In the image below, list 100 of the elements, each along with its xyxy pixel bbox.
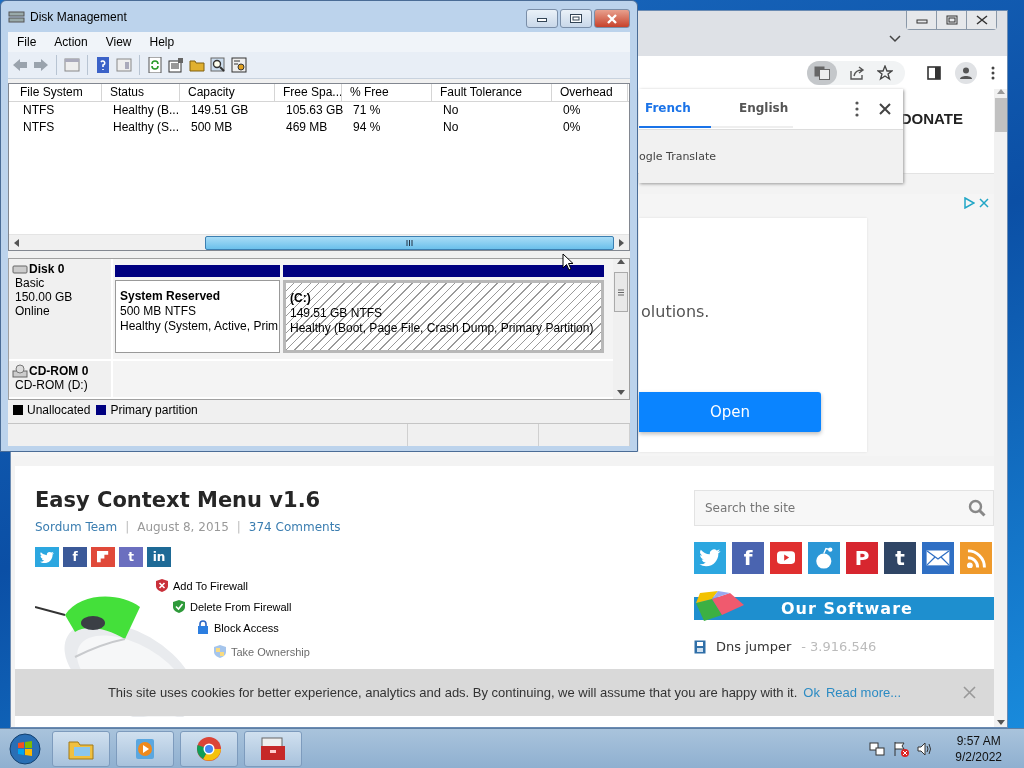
rss-icon: [965, 547, 987, 569]
column-header[interactable]: File System: [12, 84, 102, 101]
menu-item-label: Block Access: [214, 621, 279, 634]
scroll-up-icon[interactable]: [617, 259, 625, 264]
clock-date[interactable]: 9/2/2022: [955, 748, 1002, 765]
clock-time[interactable]: 9:57 AM: [956, 732, 1001, 749]
scroll-left-icon[interactable]: [14, 238, 19, 247]
disk-detail: Basic: [14, 276, 46, 290]
partition-box[interactable]: (C:) 149.51 GB NTFS Healthy (Boot, Page File, Crash Dump, Primary Partition): [283, 280, 604, 353]
side-panel-icon[interactable]: [927, 65, 941, 80]
disk-detail: Online: [14, 304, 51, 318]
ad-info-icon[interactable]: [963, 197, 975, 209]
follow-button[interactable]: f: [732, 542, 764, 574]
lock-icon: [196, 620, 210, 635]
menu-icon[interactable]: [991, 65, 995, 80]
scrollbar-thumb[interactable]: [205, 236, 614, 250]
share-button[interactable]: in: [147, 547, 171, 567]
close-icon[interactable]: [879, 103, 891, 115]
column-header[interactable]: % Free: [342, 84, 432, 101]
share-button[interactable]: f: [63, 547, 87, 567]
meta-link[interactable]: Sordum Team: [35, 520, 118, 534]
disk-detail: 150.00 GB: [14, 290, 74, 304]
magnifier-icon[interactable]: [210, 57, 226, 73]
nav-link[interactable]: DONATE: [900, 110, 963, 127]
column-header[interactable]: Capacity: [180, 84, 275, 101]
meta-link[interactable]: 374 Comments: [248, 520, 341, 534]
table-cell-text: 94 %: [352, 119, 382, 136]
menu-item-label: Take Ownership: [231, 645, 310, 658]
partition-name: (C:): [290, 291, 312, 305]
column-header[interactable]: Free Spa...: [275, 84, 342, 101]
separator: |: [125, 520, 130, 534]
properties-icon[interactable]: [168, 57, 184, 73]
partition-name: System Reserved: [120, 289, 222, 303]
table-cell-text: 0%: [562, 119, 582, 136]
scrollbar-thumb[interactable]: [614, 272, 628, 312]
share-button[interactable]: [91, 547, 115, 567]
close-icon[interactable]: [975, 15, 988, 25]
maximize-icon[interactable]: [570, 14, 582, 23]
share-icon[interactable]: [849, 64, 865, 81]
scroll-right-icon[interactable]: [619, 238, 624, 247]
table-cell-text: No: [442, 102, 460, 119]
table-cell-text: 469 MB: [285, 119, 329, 136]
disk-info-panel[interactable]: Disk 0 Basic 150.00 GB Online: [9, 259, 113, 359]
folder-icon[interactable]: [189, 57, 205, 73]
minimize-icon[interactable]: [537, 15, 547, 22]
more-icon[interactable]: [855, 101, 859, 117]
column-header[interactable]: Overhead: [552, 84, 628, 101]
menu-item[interactable]: Action: [45, 35, 97, 49]
partition-box[interactable]: System Reserved 500 MB NTFS Healthy (System, Active, Prim: [115, 280, 280, 353]
menu-item[interactable]: Help: [140, 35, 184, 49]
menu-item-label: Add To Firewall: [173, 579, 248, 592]
taskbar-app[interactable]: [244, 730, 302, 767]
ad-text: olutions.: [641, 302, 710, 321]
translate-footer: ogle Translate: [639, 150, 716, 163]
grip-icon: [406, 240, 413, 246]
follow-button[interactable]: P: [846, 542, 878, 574]
table-cell-text: NTFS: [22, 119, 56, 136]
table-cell-text: No: [442, 119, 460, 136]
column-header[interactable]: Fault Tolerance: [432, 84, 552, 101]
menu-item[interactable]: View: [96, 35, 141, 49]
flip-icon: [97, 551, 109, 563]
column-header[interactable]: Status: [102, 84, 180, 101]
scrollbar[interactable]: [994, 89, 1007, 727]
legend-label: Primary partition: [110, 402, 198, 417]
window-title: Disk Management: [30, 9, 127, 24]
menu-item[interactable]: File: [8, 35, 46, 49]
partition-status: Healthy (System, Active, Prim: [120, 319, 279, 333]
flag-icon[interactable]: [893, 740, 910, 757]
software-link[interactable]: Dns jumper: [716, 639, 792, 654]
refresh-icon[interactable]: [147, 57, 163, 73]
follow-button[interactable]: [770, 542, 802, 574]
bird-icon: [698, 548, 722, 568]
scrollbar-thumb[interactable]: [994, 98, 1007, 132]
windows-orb-icon: [9, 732, 41, 765]
star-icon[interactable]: [877, 64, 893, 81]
translate-button[interactable]: [807, 60, 837, 85]
follow-button[interactable]: t: [884, 542, 916, 574]
network-icon[interactable]: [869, 740, 886, 757]
table-cell-text: Healthy (S...: [112, 119, 180, 136]
disk-management-icon: [8, 8, 26, 25]
table-cell-text: 105.63 GB: [285, 102, 342, 119]
volume-icon[interactable]: [917, 740, 934, 757]
disk-info-panel[interactable]: CD-ROM 0 CD-ROM (D:): [9, 361, 113, 397]
settings-icon[interactable]: [231, 57, 247, 73]
follow-button[interactable]: [694, 542, 726, 574]
open-button[interactable]: Open: [639, 392, 821, 432]
scroll-down-icon[interactable]: [617, 390, 625, 395]
chevron-down-icon[interactable]: [889, 35, 901, 43]
envelope-icon: [926, 550, 950, 566]
disk-name: Disk 0: [29, 262, 65, 276]
maximize-icon[interactable]: [945, 15, 958, 25]
follow-button[interactable]: [808, 542, 840, 574]
follow-button[interactable]: [922, 542, 954, 574]
profile-button[interactable]: [955, 61, 977, 84]
download-count: - 3.916.546: [801, 639, 877, 654]
minimize-icon[interactable]: [915, 16, 928, 24]
taskbar-app[interactable]: [180, 730, 238, 767]
share-button[interactable]: t: [119, 547, 143, 567]
share-button[interactable]: [35, 547, 59, 567]
help-icon[interactable]: [95, 57, 111, 73]
